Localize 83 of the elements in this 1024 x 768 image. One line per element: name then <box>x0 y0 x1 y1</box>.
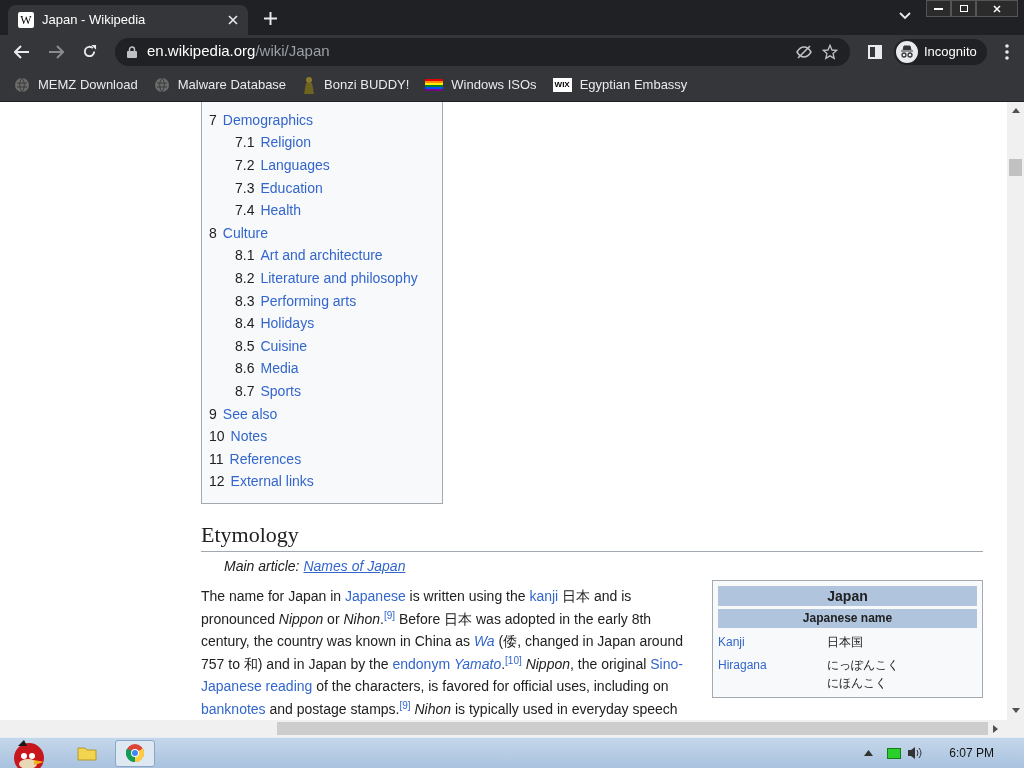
address-bar[interactable]: en.wikipedia.org/wiki/Japan <box>115 37 850 66</box>
toc-link[interactable]: 8.7 Sports <box>235 380 442 403</box>
down-arrow-icon[interactable] <box>1011 708 1020 713</box>
article-paragraph: The name for Japan in Japanese is written using the kanji 日本 and is pronounced Nippon or Nihon.$^{[9]}$ Before 日本 was adopted in the early 8th century, the country was known in China as Wa (倭, changed in Japan around 757 to 和) and in Japan by the endonym Yamato.$^{[10]}$ Nippon, the original Sino- Japanese reading of the characters, is favored for official uses, including on banknotes and postage stamps.$^{[9]}$ Nihon is typically used in everyday speech <box>201 587 684 719</box>
clock[interactable]: 6:07 PM <box>949 744 994 762</box>
toc-link[interactable]: 7.2 Languages <box>235 154 442 177</box>
globe-icon <box>153 76 170 93</box>
article-link[interactable]: banknotes <box>201 700 266 717</box>
new-tab-icon[interactable] <box>264 12 277 25</box>
article-link[interactable]: endonym <box>392 655 451 672</box>
bookmark-link[interactable]: Windows ISOs <box>451 74 537 95</box>
toc-link[interactable]: 7.1 Religion <box>235 131 442 155</box>
main-article-link[interactable]: Names of Japan <box>303 556 406 578</box>
infobox-value: にほんこく <box>827 675 888 693</box>
reference-link[interactable]: [10] <box>505 654 522 666</box>
article-link[interactable]: Japanese <box>345 588 406 605</box>
flag-icon <box>425 77 444 92</box>
incognito-icon <box>896 40 918 63</box>
toc-link[interactable]: 8.1 Art and architecture <box>235 244 442 268</box>
scrollbar-thumb[interactable] <box>277 722 988 735</box>
back-icon[interactable] <box>14 44 30 59</box>
toc-link[interactable]: 8.4 Holidays <box>235 312 442 335</box>
reference-link[interactable]: [9] <box>399 699 411 711</box>
close-icon <box>993 4 1001 13</box>
section-heading: Etymology <box>201 520 983 553</box>
infobox-title: Japan <box>718 586 977 607</box>
star-icon[interactable] <box>822 43 838 60</box>
toc-link[interactable]: 12 External links <box>209 470 442 494</box>
chrome-taskbar-button[interactable] <box>115 739 155 767</box>
close-icon[interactable] <box>228 15 238 25</box>
hatnote-label: Main article: <box>224 557 300 577</box>
toc-link[interactable]: 8.3 Performing arts <box>235 289 442 313</box>
restore-button[interactable] <box>951 0 976 17</box>
infobox-label[interactable]: Kanji <box>718 633 827 652</box>
article-link[interactable]: kanji <box>529 588 559 605</box>
minimize-button[interactable] <box>926 0 951 17</box>
url-text: en.wikipedia.org/wiki/Japan <box>147 41 331 62</box>
bookmark-link[interactable]: MEMZ Download <box>38 74 138 95</box>
scrollbar-thumb[interactable] <box>1009 159 1022 176</box>
up-arrow-icon[interactable] <box>1011 108 1020 113</box>
wix-icon: WIX <box>552 77 572 92</box>
reload-icon[interactable] <box>82 44 97 59</box>
bookmark-link[interactable]: Malware Database <box>177 74 287 95</box>
article-link[interactable]: Japanese reading <box>201 678 313 695</box>
incognito-button[interactable]: Incognito <box>894 38 987 65</box>
eye-slash-icon[interactable] <box>796 44 812 59</box>
article-link[interactable]: Sino- <box>650 655 683 672</box>
infobox-value: にっぽんこく <box>827 657 899 675</box>
toc-link[interactable]: 11 References <box>209 447 442 471</box>
toc-link[interactable]: 7.4 Health <box>235 199 442 222</box>
reference-link[interactable]: [9] <box>383 609 396 621</box>
infobox-value: 日本国 <box>827 634 863 652</box>
horizontal-scrollbar[interactable] <box>0 720 1007 737</box>
infobox-label[interactable]: Hiragana <box>718 656 827 693</box>
side-panel-icon[interactable] <box>868 44 882 59</box>
browser-tab[interactable]: W Japan - Wikipedia <box>8 5 248 35</box>
close-window-button[interactable] <box>976 0 1018 17</box>
infobox-subtitle: Japanese name <box>718 609 977 629</box>
speaker-icon[interactable] <box>907 746 924 760</box>
globe-icon <box>14 76 30 93</box>
toc-link[interactable]: 8 Culture <box>209 221 442 245</box>
toc-link[interactable]: 8.5 Cuisine <box>235 334 442 358</box>
right-arrow-icon[interactable] <box>993 724 998 733</box>
toc-link[interactable]: 9 See also <box>209 402 442 426</box>
menu-icon[interactable] <box>1004 43 1009 60</box>
chevron-icon[interactable] <box>899 12 911 20</box>
lock-icon <box>127 45 137 58</box>
toc-link[interactable]: 8.2 Literature and philosophy <box>235 267 442 290</box>
tray-arrow-icon[interactable] <box>864 750 874 756</box>
tab-title: Japan - Wikipedia <box>42 11 147 30</box>
toc-link[interactable]: 10 Notes <box>209 425 442 448</box>
bookmark-link[interactable]: Bonzi BUDDY! <box>324 74 410 95</box>
chrome-icon <box>126 744 144 762</box>
toc-link[interactable]: 7 Demographics <box>209 109 442 132</box>
vertical-scrollbar[interactable] <box>1007 102 1024 737</box>
network-icon[interactable] <box>887 747 902 759</box>
toc-link[interactable]: 7.3 Education <box>235 176 442 200</box>
bookmark-link[interactable]: Egyptian Embassy <box>579 74 688 95</box>
figure-icon <box>302 75 317 94</box>
forward-icon[interactable] <box>48 44 64 59</box>
wikipedia-favicon: W <box>18 12 34 28</box>
article-link[interactable]: Wa <box>473 633 495 650</box>
toc-link[interactable]: 8.6 Media <box>235 357 442 381</box>
